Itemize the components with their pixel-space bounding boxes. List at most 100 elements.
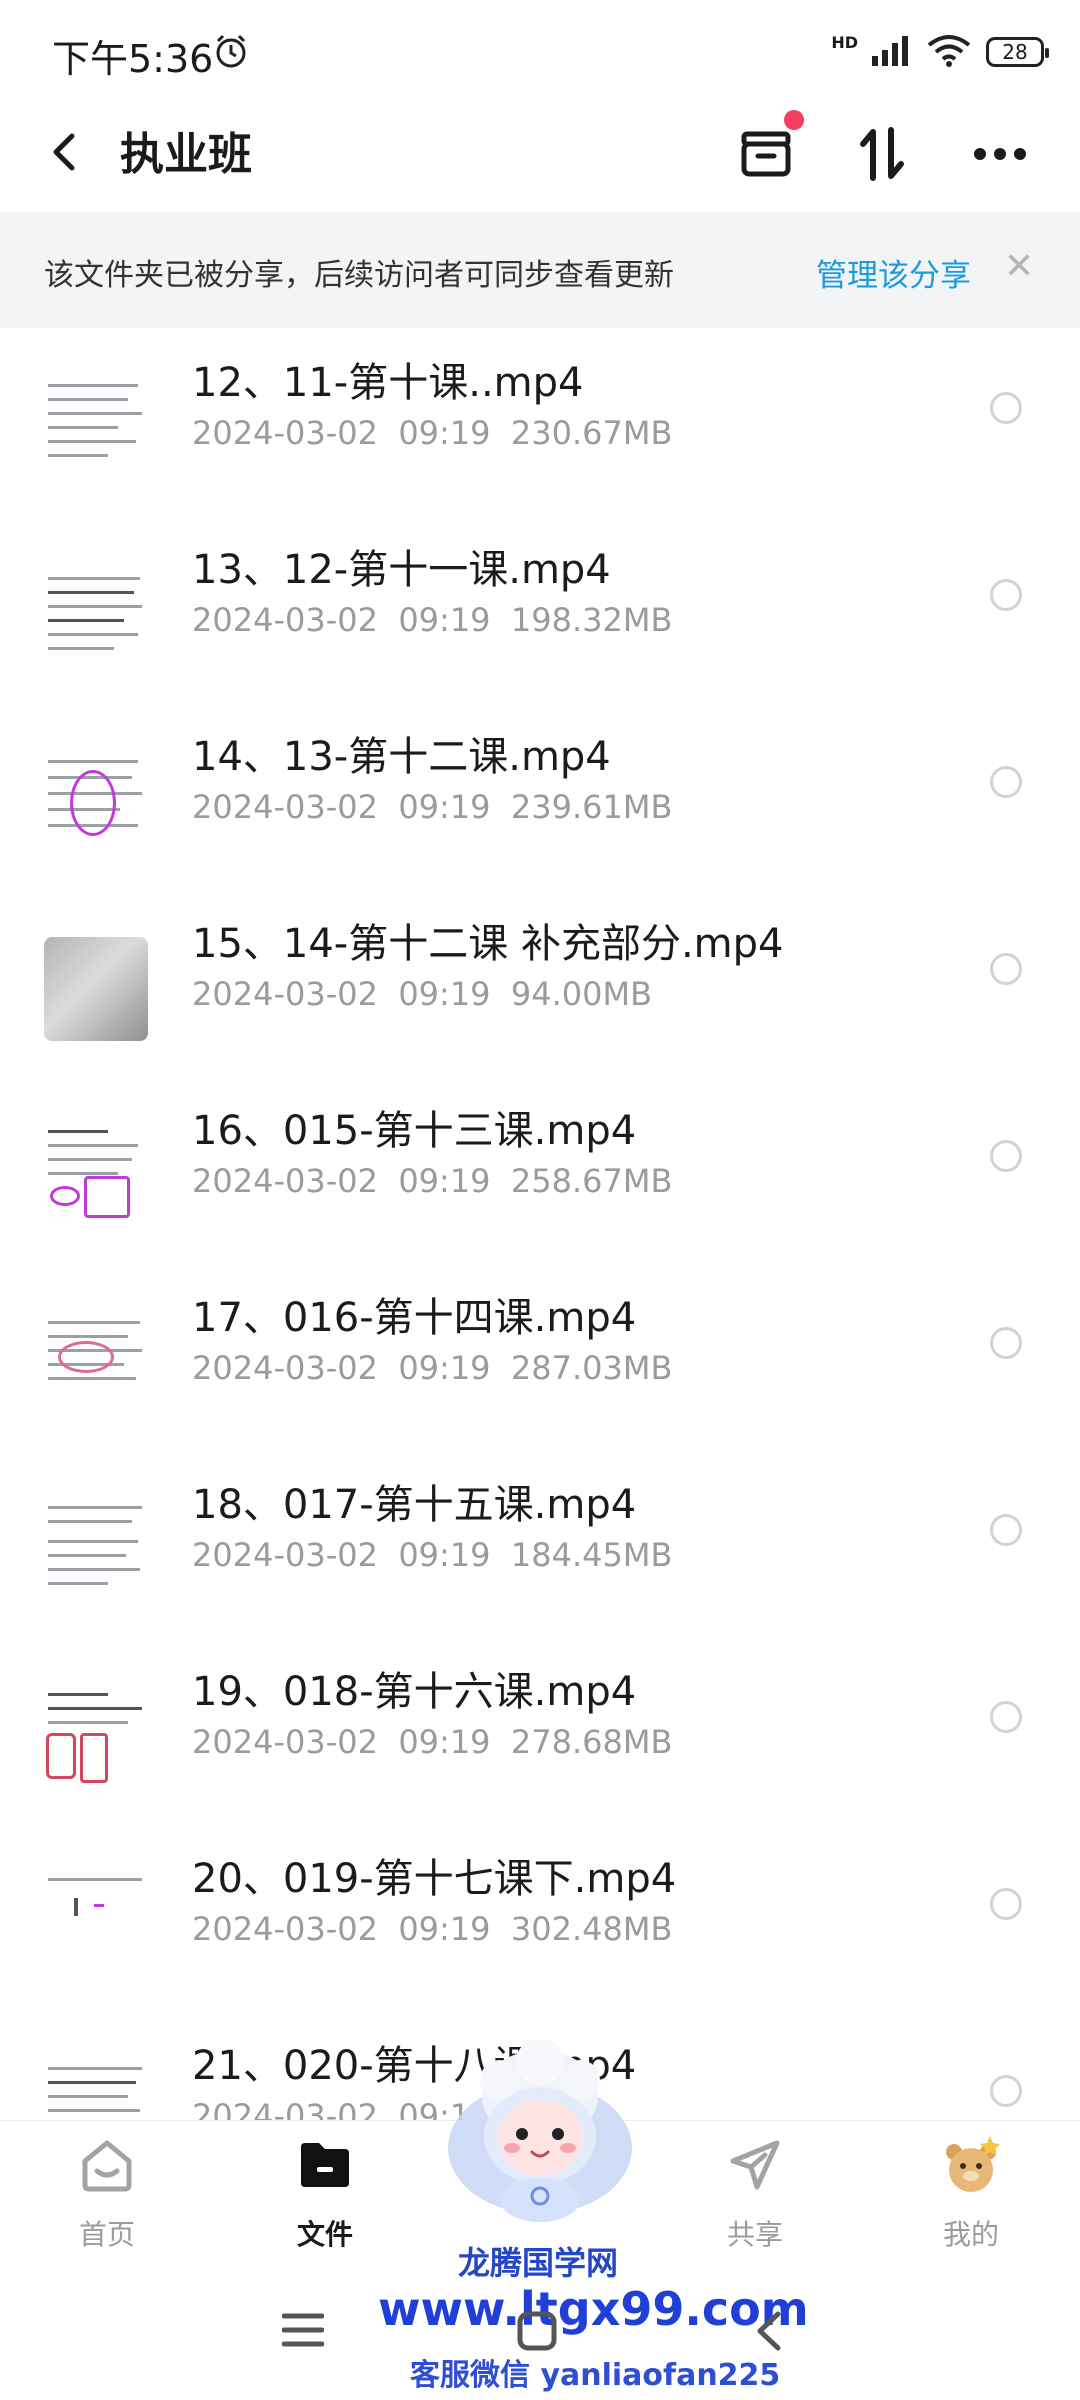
- file-date: 2024-03-02: [192, 1349, 378, 1387]
- folder-icon: [295, 2137, 355, 2197]
- select-radio[interactable]: [990, 579, 1022, 611]
- video-thumbnail: [44, 376, 148, 480]
- file-time: 09:19: [398, 1723, 491, 1761]
- file-meta: 2024-03-02 09:19 230.67MB: [192, 414, 672, 452]
- status-time: 下午5:36: [52, 37, 214, 81]
- file-row[interactable]: 19、018-第十六课.mp4 2024-03-02 09:19 278.68M…: [0, 1637, 1080, 1824]
- manage-share-link[interactable]: 管理该分享: [816, 250, 971, 295]
- file-date: 2024-03-02: [192, 1910, 378, 1948]
- video-thumbnail: [44, 2059, 148, 2120]
- menu-icon[interactable]: [281, 2310, 325, 2354]
- more-icon: [972, 146, 1028, 166]
- video-thumbnail: [44, 937, 148, 1041]
- nav-item-share[interactable]: 共享: [680, 2131, 830, 2261]
- file-list: 12、11-第十课..mp4 2024-03-02 09:19 230.67MB…: [0, 328, 1080, 2120]
- alarm-icon: [212, 32, 250, 74]
- video-thumbnail: [44, 1685, 148, 1789]
- file-time: 09:19: [398, 1536, 491, 1574]
- file-name: 16、015-第十三课.mp4: [192, 1108, 637, 1154]
- select-radio[interactable]: [990, 1327, 1022, 1359]
- sort-icon: [857, 124, 907, 188]
- file-row[interactable]: 14、13-第十二课.mp4 2024-03-02 09:19 239.61MB: [0, 702, 1080, 889]
- file-meta: 2024-03-02 09:19 278.68MB: [192, 1723, 672, 1761]
- select-radio[interactable]: [990, 1140, 1022, 1172]
- video-thumbnail: [44, 750, 148, 854]
- file-size: 239.61MB: [510, 788, 673, 826]
- select-radio[interactable]: [990, 1701, 1022, 1733]
- file-meta: 2024-03-02 09:19 258.67MB: [192, 1162, 672, 1200]
- select-radio[interactable]: [990, 392, 1022, 424]
- file-row[interactable]: 18、017-第十五课.mp4 2024-03-02 09:19 184.45M…: [0, 1450, 1080, 1637]
- file-row[interactable]: 16、015-第十三课.mp4 2024-03-02 09:19 258.67M…: [0, 1076, 1080, 1263]
- nav-item-home[interactable]: 首页: [32, 2131, 182, 2261]
- file-time: 09:19: [398, 975, 491, 1013]
- file-time: 09:19: [398, 788, 491, 826]
- file-size: 184.45MB: [510, 1536, 673, 1574]
- file-name: 17、016-第十四课.mp4: [192, 1295, 637, 1341]
- video-thumbnail: [44, 1311, 148, 1415]
- file-meta: 2024-03-02 09:19 302.48MB: [192, 1910, 672, 1948]
- archive-icon: [738, 128, 794, 184]
- notification-dot: [784, 110, 804, 130]
- file-meta: 2024-03-02 09:19 94.00MB: [192, 975, 652, 1013]
- file-name: 12、11-第十课..mp4: [192, 360, 584, 406]
- file-date: 2024-03-02: [192, 2097, 378, 2120]
- file-time: 09:19: [398, 1349, 491, 1387]
- file-date: 2024-03-02: [192, 414, 378, 452]
- video-thumbnail: [44, 1124, 148, 1228]
- mascot-icon[interactable]: [440, 2038, 640, 2230]
- file-row[interactable]: 20、019-第十七课下.mp4 2024-03-02 09:19 302.48…: [0, 1824, 1080, 2011]
- nav-label-files: 文件: [296, 2218, 353, 2251]
- file-row[interactable]: 12、11-第十课..mp4 2024-03-02 09:19 230.67MB: [0, 328, 1080, 515]
- file-date: 2024-03-02: [192, 1536, 378, 1574]
- file-size: 287.03MB: [510, 1349, 673, 1387]
- file-name: 18、017-第十五课.mp4: [192, 1482, 637, 1528]
- video-thumbnail: [44, 1498, 148, 1602]
- file-name: 19、018-第十六课.mp4: [192, 1669, 637, 1715]
- video-thumbnail: [44, 1872, 148, 1976]
- more-button[interactable]: [960, 116, 1040, 196]
- file-size: 94.00MB: [510, 975, 653, 1013]
- archive-button[interactable]: [726, 110, 806, 196]
- nav-label-mine: 我的: [942, 2218, 999, 2251]
- wifi-icon: [926, 33, 972, 71]
- file-size: 278.68MB: [510, 1723, 673, 1761]
- watermark-contact: 客服微信 yanliaofan225: [410, 2358, 781, 2393]
- sort-button[interactable]: [842, 116, 922, 196]
- file-time: 09:19: [398, 414, 491, 452]
- header: 执业班: [0, 100, 1080, 212]
- send-icon: [725, 2135, 785, 2199]
- file-name: 14、13-第十二课.mp4: [192, 734, 611, 780]
- chevron-left-icon[interactable]: [44, 122, 84, 182]
- file-size: 198.32MB: [510, 601, 673, 639]
- select-radio[interactable]: [990, 953, 1022, 985]
- file-date: 2024-03-02: [192, 1723, 378, 1761]
- nav-item-mine[interactable]: 我的: [896, 2131, 1046, 2261]
- select-radio[interactable]: [990, 1888, 1022, 1920]
- status-bar: 下午5:36 HD 28: [0, 0, 1080, 100]
- avatar-icon: [938, 2132, 1004, 2202]
- battery-indicator: 28: [986, 37, 1049, 67]
- file-row[interactable]: 17、016-第十四课.mp4 2024-03-02 09:19 287.03M…: [0, 1263, 1080, 1450]
- file-size: 258.67MB: [510, 1162, 673, 1200]
- file-meta: 2024-03-02 09:19 287.03MB: [192, 1349, 672, 1387]
- file-size: 302.48MB: [510, 1910, 673, 1948]
- file-row[interactable]: 13、12-第十一课.mp4 2024-03-02 09:19 198.32MB: [0, 515, 1080, 702]
- select-radio[interactable]: [990, 766, 1022, 798]
- file-date: 2024-03-02: [192, 601, 378, 639]
- file-name: 13、12-第十一课.mp4: [192, 547, 611, 593]
- nav-item-files[interactable]: 文件: [250, 2131, 400, 2261]
- nav-label-share: 共享: [726, 2218, 783, 2251]
- file-time: 09:19: [398, 1162, 491, 1200]
- select-radio[interactable]: [990, 1514, 1022, 1546]
- close-icon[interactable]: ✕: [1004, 246, 1034, 287]
- file-row[interactable]: 15、14-第十二课 补充部分.mp4 2024-03-02 09:19 94.…: [0, 889, 1080, 1076]
- file-date: 2024-03-02: [192, 788, 378, 826]
- home-icon: [77, 2135, 137, 2199]
- file-name: 20、019-第十七课下.mp4: [192, 1856, 677, 1902]
- file-name: 15、14-第十二课 补充部分.mp4: [192, 921, 784, 967]
- file-time: 09:19: [398, 1910, 491, 1948]
- file-meta: 2024-03-02 09:19 198.32MB: [192, 601, 672, 639]
- select-radio[interactable]: [990, 2075, 1022, 2107]
- file-date: 2024-03-02: [192, 975, 378, 1013]
